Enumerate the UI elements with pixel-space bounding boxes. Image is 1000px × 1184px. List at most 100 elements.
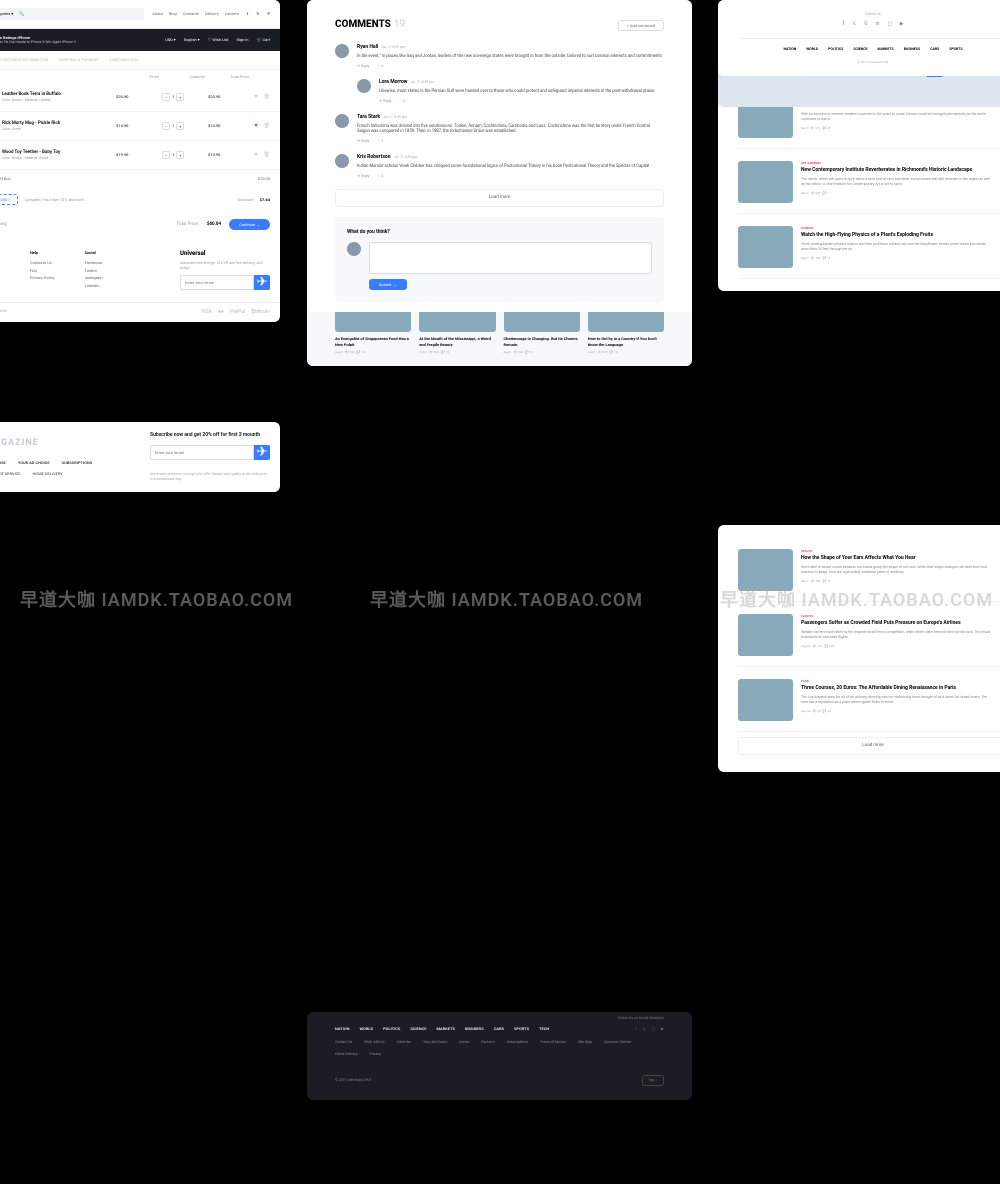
- footer-link[interactable]: Your Ad Choice: [423, 1040, 447, 1045]
- reply-textarea[interactable]: [369, 242, 652, 274]
- footer-nav-link[interactable]: BUSINESS: [904, 47, 920, 52]
- search-box[interactable]: All categories ▾ 🔍: [0, 8, 144, 20]
- story-row[interactable]: FOODThree Courses, 20 Euros: The Afforda…: [738, 679, 1000, 732]
- comment-author[interactable]: Lora Morrow: [379, 79, 407, 85]
- story-row[interactable]: FLIGHTSPassengers Suffer as Crowded Fiel…: [738, 614, 1000, 667]
- footer-nav-link[interactable]: POLITICS: [828, 47, 843, 52]
- instagram-icon[interactable]: ◻: [652, 1026, 655, 1032]
- footer-link[interactable]: Facebook: [85, 260, 103, 266]
- comment-author[interactable]: Tara Stark: [357, 114, 380, 120]
- email-submit-button[interactable]: ✈: [254, 275, 270, 290]
- facebook-icon[interactable]: f: [635, 1026, 636, 1032]
- story-row[interactable]: SCIENCEWatch the High-Flying Physics of …: [738, 226, 1000, 279]
- reply-button[interactable]: ⟲ Reply: [357, 174, 369, 179]
- currency-select[interactable]: USD ▾: [165, 37, 176, 43]
- footer-nav-link[interactable]: SPORTS: [949, 47, 962, 52]
- favorite-icon[interactable]: ♥: [254, 151, 258, 159]
- comment-author[interactable]: Ryan Hall: [357, 44, 378, 50]
- footer-link[interactable]: Work with Us: [364, 1040, 384, 1045]
- footer-nav-link[interactable]: MARKETS: [877, 47, 893, 52]
- top-nav-link[interactable]: About: [152, 11, 163, 17]
- footer-link[interactable]: Contacts Us: [30, 260, 55, 266]
- footer-nav-link[interactable]: SCIENCE: [410, 1026, 426, 1032]
- category-dropdown[interactable]: All categories ▾: [0, 11, 13, 17]
- footer-nav-link[interactable]: SCIENCE: [853, 47, 867, 52]
- story-row[interactable]: ART & DESIGNNew Contemporary Institute R…: [738, 161, 1000, 214]
- youtube-icon[interactable]: ▶: [661, 1026, 664, 1032]
- qty-plus[interactable]: +: [176, 151, 184, 159]
- footer-nav-link[interactable]: NATION: [784, 47, 797, 52]
- facebook-icon[interactable]: f: [842, 21, 844, 28]
- reply-button[interactable]: ⟲ Reply: [357, 139, 369, 144]
- linkedin-icon[interactable]: in: [876, 21, 880, 28]
- footer-link[interactable]: Instagram: [85, 275, 103, 281]
- nav-link[interactable]: ADVERTISE: [0, 460, 6, 466]
- footer-link[interactable]: Site Map: [578, 1040, 592, 1045]
- twitter-icon[interactable]: 𝕏: [642, 1026, 645, 1032]
- footer-link[interactable]: Advertise: [397, 1040, 412, 1045]
- gift-label[interactable]: Ship to a Gift Box: [0, 176, 11, 182]
- footer-link[interactable]: Privacy Policy: [30, 275, 55, 281]
- checkout-step[interactable]: CUSTOMER INFORMATION: [0, 57, 48, 63]
- google-icon[interactable]: G: [864, 21, 867, 28]
- email-input[interactable]: [180, 275, 254, 290]
- signin-link[interactable]: Sign in: [237, 37, 249, 43]
- submit-button[interactable]: Submit →: [369, 279, 407, 290]
- like-button[interactable]: ♡ 4: [399, 99, 405, 104]
- like-button[interactable]: ♡ 4: [377, 139, 383, 144]
- footer-nav-link[interactable]: MARKETS: [437, 1026, 455, 1032]
- add-comment-button[interactable]: + Add comment: [618, 20, 664, 31]
- remove-icon[interactable]: 🗑: [264, 123, 270, 130]
- email-submit-button[interactable]: ✈: [254, 445, 270, 460]
- favorite-icon[interactable]: ♥: [254, 93, 258, 101]
- language-select[interactable]: English ▾: [184, 37, 200, 43]
- reply-button[interactable]: ⟲ Reply: [379, 99, 391, 104]
- footer-nav-link[interactable]: WORLD: [806, 47, 818, 52]
- remove-icon[interactable]: 🗑: [264, 152, 270, 159]
- favorite-icon[interactable]: ♥: [254, 122, 258, 130]
- footer-nav-link[interactable]: BUSINESS: [465, 1026, 484, 1032]
- footer-link[interactable]: Career: [459, 1040, 469, 1045]
- pinterest-icon[interactable]: P: [267, 11, 270, 17]
- comment-author[interactable]: Kris Robertson: [357, 154, 391, 160]
- footer-link[interactable]: Terms of Service: [540, 1040, 566, 1045]
- checkout-step[interactable]: SHIPPING & PAYMENT: [58, 57, 99, 63]
- continue-button[interactable]: Continue →: [229, 219, 270, 230]
- wishlist-link[interactable]: ♡ Wish List: [208, 37, 229, 43]
- footer-link[interactable]: Subscriptions: [507, 1040, 528, 1045]
- reply-button[interactable]: ⟲ Reply: [357, 64, 369, 69]
- instagram-icon[interactable]: ◻: [888, 21, 892, 28]
- footer-link[interactable]: Contact Us: [335, 1040, 352, 1045]
- footer-nav-link[interactable]: WORLD: [360, 1026, 374, 1032]
- twitter-icon[interactable]: 𝕏: [852, 21, 856, 28]
- top-nav-link[interactable]: Blog: [169, 11, 177, 17]
- footer-nav-link[interactable]: SPORTS: [514, 1026, 529, 1032]
- top-nav-link[interactable]: Contacts: [183, 11, 199, 17]
- footer-nav-link[interactable]: NATION: [335, 1026, 350, 1032]
- footer-link[interactable]: LinkedIn: [85, 283, 103, 289]
- load-more-button[interactable]: Load more: [738, 737, 1000, 755]
- top-nav-link[interactable]: Carriers: [225, 11, 239, 17]
- cart-link[interactable]: 🛒 Cart: [256, 37, 270, 43]
- footer-link[interactable]: Twitter: [85, 268, 103, 274]
- qty-plus[interactable]: +: [176, 93, 184, 101]
- footer-link[interactable]: Customer Service: [604, 1040, 632, 1045]
- twitter-icon[interactable]: 𝕏: [256, 11, 259, 17]
- footer-link[interactable]: Home Delivery: [335, 1052, 358, 1057]
- youtube-icon[interactable]: ▶: [900, 21, 904, 28]
- nav-link[interactable]: TERMS OF SERVICE: [0, 471, 21, 477]
- top-nav-link[interactable]: Delivery: [205, 11, 219, 17]
- remove-icon[interactable]: 🗑: [264, 94, 270, 101]
- footer-nav-link[interactable]: CARS: [494, 1026, 504, 1032]
- nav-link[interactable]: YOUR AD CHOICE: [18, 460, 50, 466]
- nav-link[interactable]: HOME DELIVERY: [33, 471, 63, 477]
- promo-code-input[interactable]: D05K-O254 ✓: [0, 194, 18, 206]
- footer-link[interactable]: FAQ: [30, 268, 55, 274]
- footer-nav-link[interactable]: POLITICS: [383, 1026, 400, 1032]
- qty-minus[interactable]: −: [162, 122, 170, 130]
- like-button[interactable]: ♡ 4: [377, 174, 383, 179]
- load-more-button[interactable]: Load more: [335, 189, 664, 207]
- footer-link[interactable]: Partners: [481, 1040, 494, 1045]
- story-row[interactable]: HEALTHHow the Shape of Your Ears Affects…: [738, 549, 1000, 602]
- like-button[interactable]: ♡ 4: [377, 64, 383, 69]
